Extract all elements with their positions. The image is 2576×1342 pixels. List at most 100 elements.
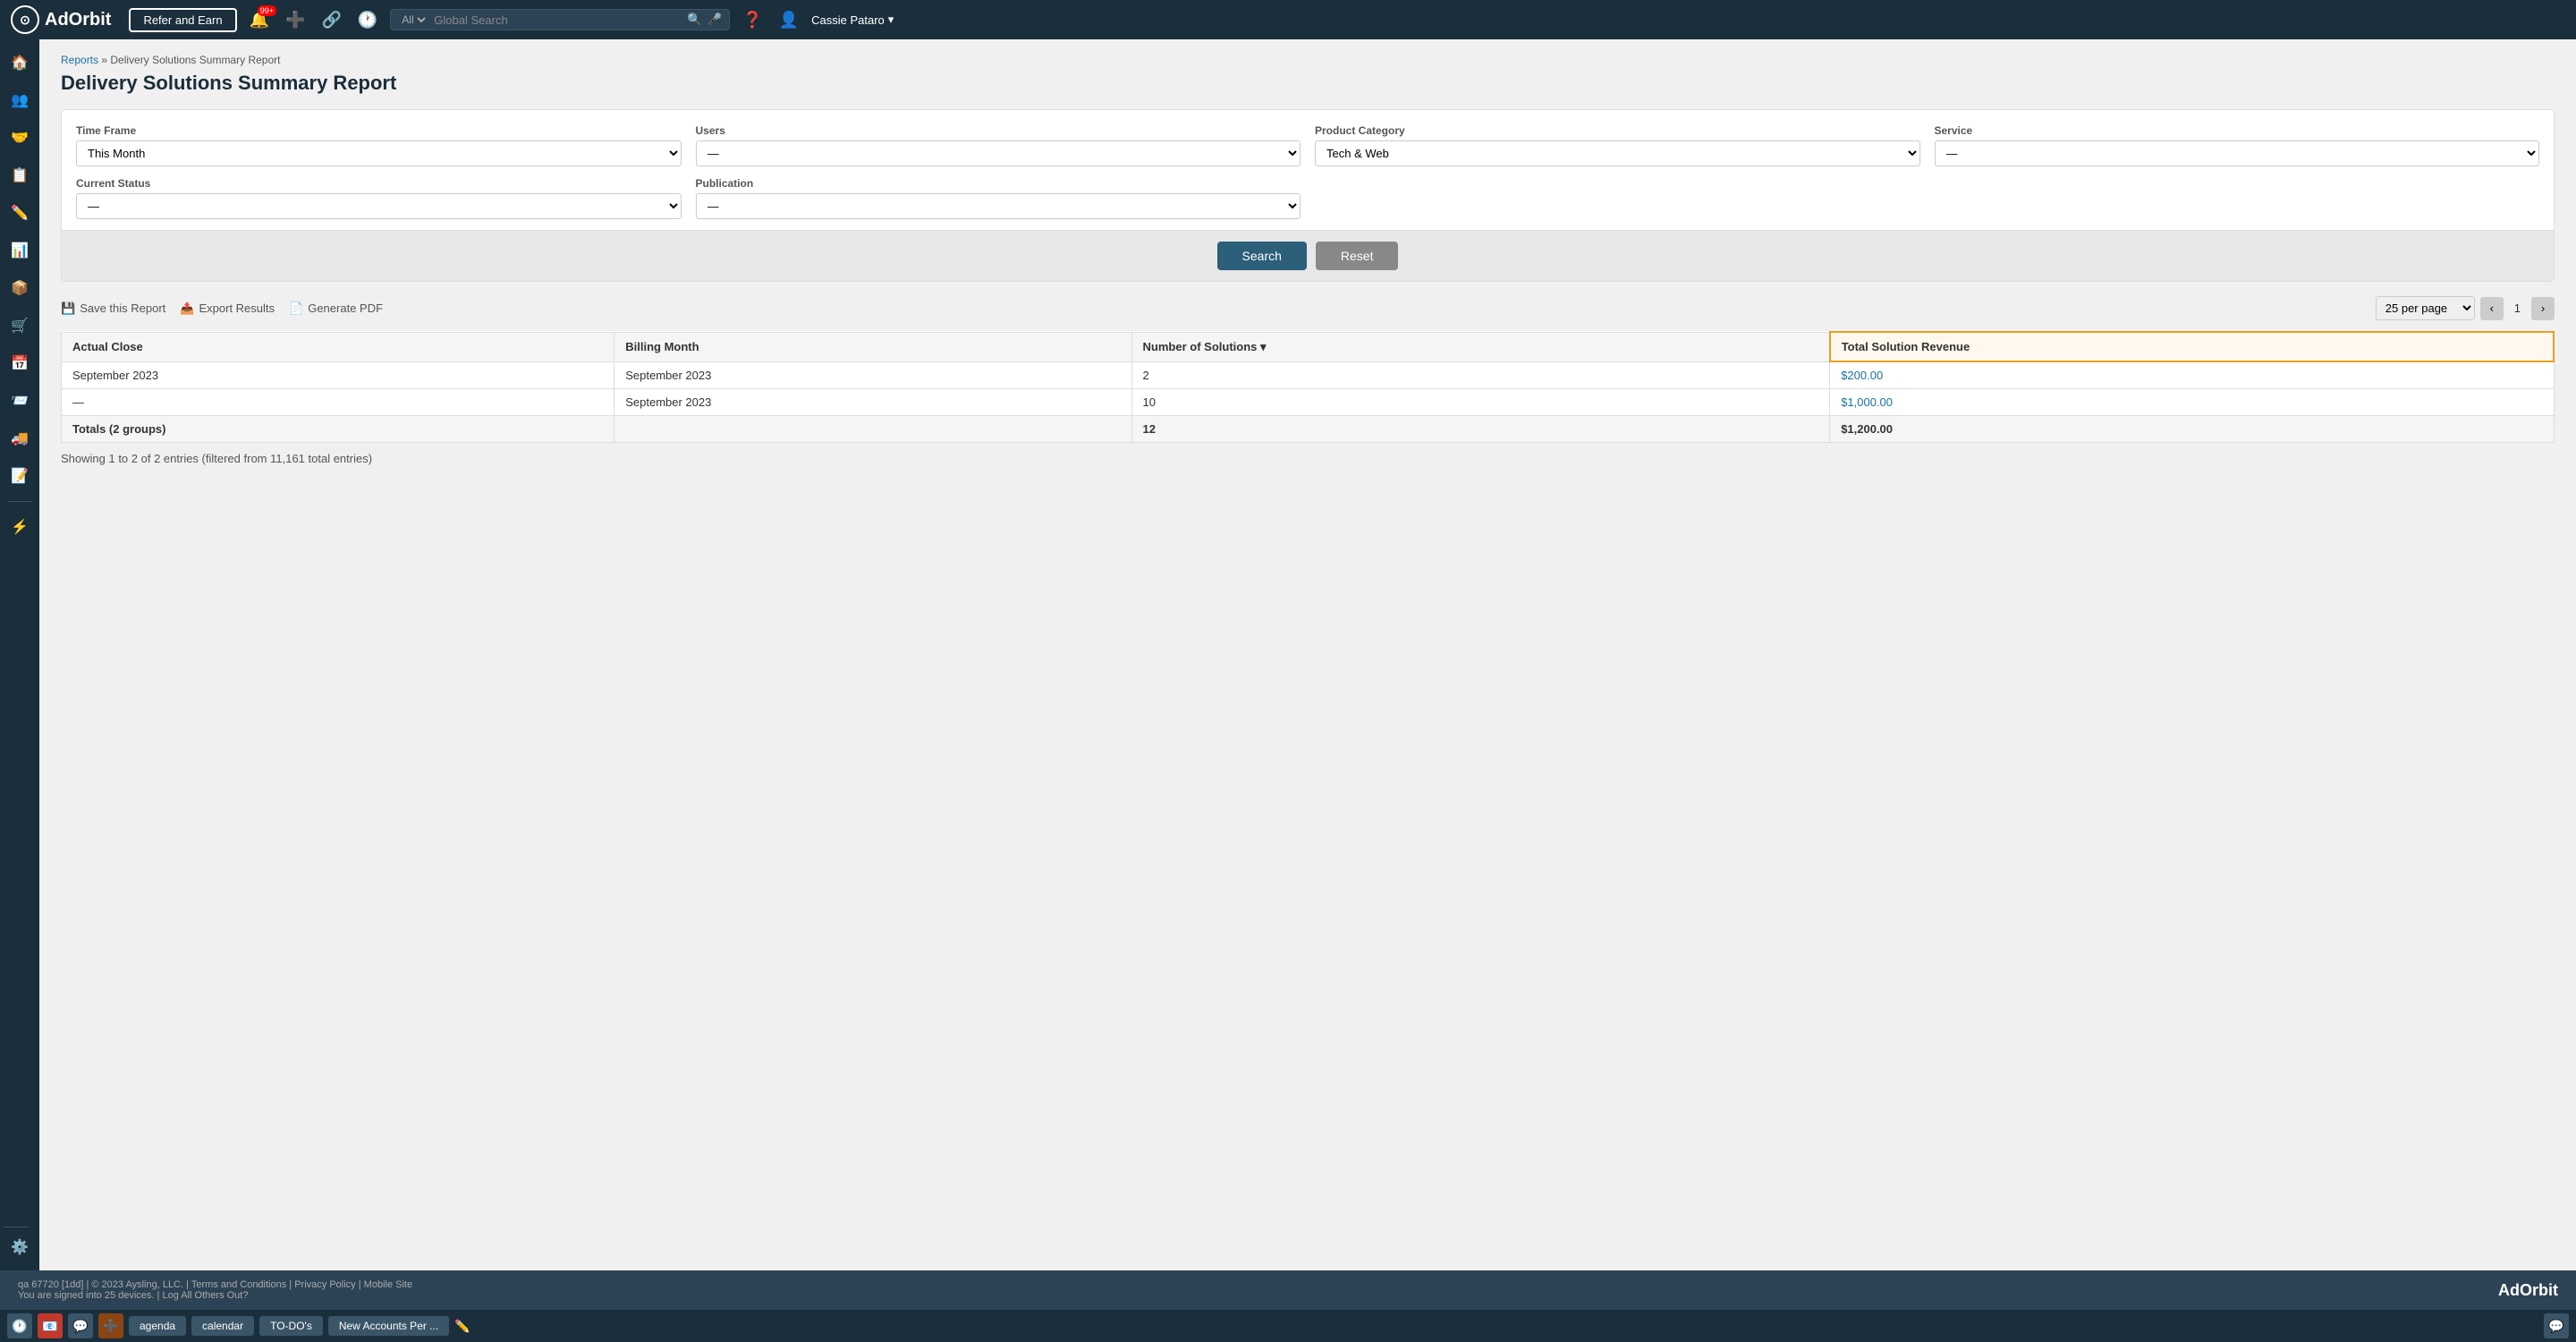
top-nav: ⊙ AdOrbit Refer and Earn 🔔 99+ ➕ 🔗 🕐 All…	[0, 0, 2576, 39]
taskbar-tab-new-accounts[interactable]: New Accounts Per ...	[328, 1316, 449, 1336]
prev-page-button[interactable]: ‹	[2480, 297, 2504, 320]
service-select[interactable]: —	[1935, 140, 2540, 166]
save-report-icon: 💾	[61, 302, 75, 316]
table-row: September 2023 September 2023 2 $200.00	[62, 361, 2555, 389]
table-totals-row: Totals (2 groups) 12 $1,200.00	[62, 416, 2555, 443]
export-results-button[interactable]: 📤 Export Results	[180, 302, 275, 316]
col-total-revenue: Total Solution Revenue	[1830, 332, 2554, 361]
toolbar-left: 💾 Save this Report 📤 Export Results 📄 Ge…	[61, 302, 383, 316]
sort-icon: ▾	[1260, 340, 1267, 353]
cell-totals-label: Totals (2 groups)	[62, 416, 614, 443]
sidebar-item-orders[interactable]: ✏️	[4, 197, 36, 229]
sidebar-item-deals[interactable]: 🤝	[4, 122, 36, 154]
filter-placeholder-2	[1935, 177, 2540, 219]
revenue-link-2[interactable]: $1,000.00	[1841, 395, 1893, 409]
sidebar-item-home[interactable]: 🏠	[4, 47, 36, 79]
taskbar-tab-calendar[interactable]: calendar	[191, 1316, 254, 1336]
table-row: — September 2023 10 $1,000.00	[62, 389, 2555, 416]
app-name: AdOrbit	[45, 10, 111, 30]
taskbar-mail-icon[interactable]: 📧	[38, 1313, 63, 1338]
sidebar-item-products[interactable]: 📦	[4, 272, 36, 304]
add-icon[interactable]: ➕	[282, 9, 309, 31]
taskbar-edit-button[interactable]: ✏️	[454, 1319, 470, 1334]
sidebar-item-cart[interactable]: 🛒	[4, 310, 36, 342]
sidebar-item-mail[interactable]: 📨	[4, 385, 36, 417]
voice-search-button[interactable]: 🎤	[708, 13, 723, 27]
footer-devices-text: You are signed into 25 devices. |	[18, 1290, 159, 1301]
taskbar-chat-icon[interactable]: 💬	[68, 1313, 93, 1338]
filter-panel: Time Frame This Month Last Month This Qu…	[61, 109, 2555, 282]
taskbar-tab-todos[interactable]: TO-DO's	[259, 1316, 323, 1336]
refer-earn-button[interactable]: Refer and Earn	[129, 8, 236, 32]
save-report-button[interactable]: 💾 Save this Report	[61, 302, 165, 316]
time-frame-label: Time Frame	[76, 124, 682, 137]
log-out-link[interactable]: Log All Others Out?	[162, 1290, 248, 1301]
pdf-label: Generate PDF	[308, 302, 383, 315]
results-table: Actual Close Billing Month Number of Sol…	[61, 331, 2555, 443]
user-menu-button[interactable]: Cassie Pataro ▾	[811, 13, 894, 27]
mobile-link[interactable]: Mobile Site	[364, 1279, 412, 1290]
notifications-icon[interactable]: 🔔 99+	[246, 9, 273, 31]
app-logo[interactable]: ⊙ AdOrbit	[11, 5, 111, 34]
user-profile-icon[interactable]: 👤	[775, 9, 802, 31]
help-icon[interactable]: ❓	[739, 9, 766, 31]
cell-totals-revenue: $1,200.00	[1830, 416, 2554, 443]
sidebar-item-contacts[interactable]: 👥	[4, 84, 36, 116]
col-billing-month: Billing Month	[614, 332, 1131, 361]
footer-company-text: qa 67720 [1dd] | © 2023 Aysling, LLC. |	[18, 1279, 189, 1290]
footer-left: qa 67720 [1dd] | © 2023 Aysling, LLC. | …	[18, 1279, 412, 1301]
taskbar-tab-agenda[interactable]: agenda	[129, 1316, 186, 1336]
users-select[interactable]: —	[696, 140, 1301, 166]
revenue-link-1[interactable]: $200.00	[1841, 369, 1883, 382]
privacy-link[interactable]: Privacy Policy	[294, 1279, 355, 1290]
search-scope-dropdown[interactable]: All	[398, 13, 428, 27]
time-frame-select[interactable]: This Month Last Month This Quarter Custo…	[76, 140, 682, 166]
sidebar-item-delivery[interactable]: 🚚	[4, 422, 36, 454]
col-actual-close: Actual Close	[62, 332, 614, 361]
reset-button[interactable]: Reset	[1316, 242, 1399, 270]
user-name: Cassie Pataro	[811, 13, 885, 27]
taskbar-chat-button[interactable]: 💬	[2544, 1313, 2569, 1338]
export-icon: 📤	[180, 302, 194, 316]
breadcrumb-reports-link[interactable]: Reports	[61, 54, 98, 66]
footer-logo: AdOrbit	[2498, 1281, 2558, 1300]
sidebar-item-accounts[interactable]: 📋	[4, 159, 36, 191]
sidebar-item-calendar[interactable]: 📅	[4, 347, 36, 379]
sidebar-item-integrations[interactable]: ⚡	[4, 511, 36, 543]
current-status-select[interactable]: —	[76, 193, 682, 219]
history-icon[interactable]: 🕐	[354, 9, 381, 31]
sidebar-item-settings[interactable]: ⚙️	[4, 1231, 36, 1263]
generate-pdf-button[interactable]: 📄 Generate PDF	[289, 302, 383, 316]
filter-row-1: Time Frame This Month Last Month This Qu…	[76, 124, 2539, 166]
logo-icon: ⊙	[11, 5, 39, 34]
current-status-label: Current Status	[76, 177, 682, 190]
service-filter: Service —	[1935, 124, 2540, 166]
taskbar-clock-icon[interactable]: 🕐	[7, 1313, 32, 1338]
cell-totals-billing	[614, 416, 1131, 443]
sidenav-bottom: ⚙️	[4, 1223, 36, 1263]
sidebar-item-documents[interactable]: 📝	[4, 460, 36, 492]
terms-link[interactable]: Terms and Conditions	[191, 1279, 286, 1290]
footer-company-info: qa 67720 [1dd] | © 2023 Aysling, LLC. | …	[18, 1279, 412, 1290]
search-button[interactable]: Search	[1217, 242, 1307, 270]
cell-num-solutions-2: 10	[1131, 389, 1830, 416]
search-button[interactable]: 🔍	[687, 13, 702, 27]
col-num-solutions[interactable]: Number of Solutions ▾	[1131, 332, 1830, 361]
users-filter: Users —	[696, 124, 1301, 166]
global-search-input[interactable]	[434, 13, 682, 27]
taskbar-plus-icon[interactable]: ➕	[98, 1313, 123, 1338]
cell-billing-month-1: September 2023	[614, 361, 1131, 389]
sidebar-item-reports[interactable]: 📊	[4, 234, 36, 267]
footer-signed-in: You are signed into 25 devices. | Log Al…	[18, 1290, 412, 1301]
page-title: Delivery Solutions Summary Report	[61, 72, 2555, 95]
link-icon[interactable]: 🔗	[318, 9, 344, 31]
product-category-filter: Product Category Tech & Web	[1315, 124, 1920, 166]
sidenav-divider	[7, 501, 32, 502]
filter-placeholder-1	[1315, 177, 1920, 219]
next-page-button[interactable]: ›	[2531, 297, 2555, 320]
product-category-select[interactable]: Tech & Web	[1315, 140, 1920, 166]
pdf-icon: 📄	[289, 302, 303, 316]
per-page-select[interactable]: 25 per page 10 per page 50 per page 100 …	[2376, 296, 2475, 320]
publication-select[interactable]: —	[696, 193, 1301, 219]
side-nav: 🏠 👥 🤝 📋 ✏️ 📊 📦 🛒 📅 📨 🚚 📝 ⚡ ⚙️	[0, 39, 39, 1270]
